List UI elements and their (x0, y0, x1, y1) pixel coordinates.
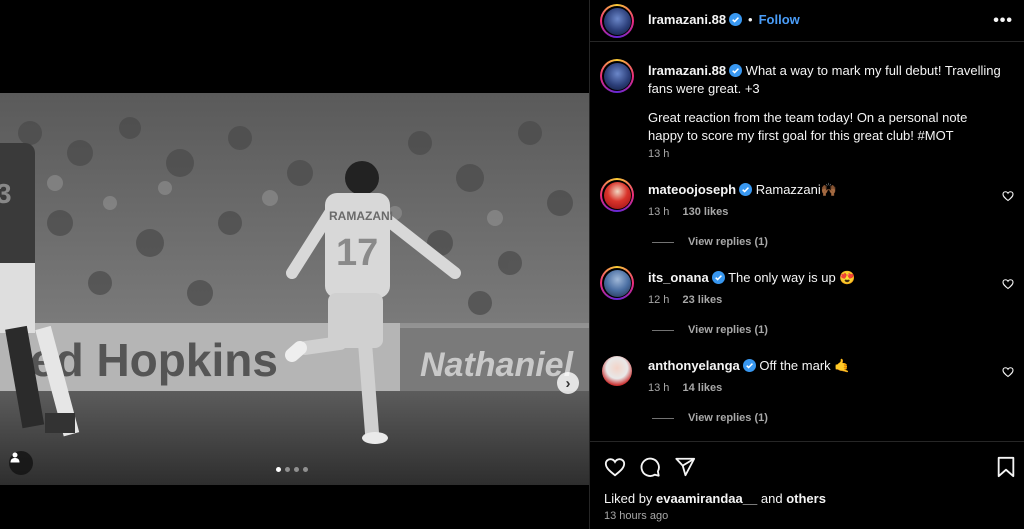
liked-by: Liked by evaamirandaa__ and others (604, 491, 826, 506)
chevron-right-icon: › (565, 374, 571, 392)
liked-by-prefix: Liked by (604, 491, 653, 506)
view-replies-label: View replies (1) (688, 236, 768, 248)
like-heart-icon[interactable] (604, 456, 626, 478)
next-slide-button[interactable]: › (557, 372, 579, 394)
liked-by-user[interactable]: evaamirandaa__ (656, 491, 757, 506)
view-replies-button[interactable]: View replies (1) (652, 324, 768, 336)
commenter-avatar[interactable] (600, 178, 634, 212)
commenter-avatar[interactable] (600, 266, 634, 300)
more-options-icon[interactable]: ••• (993, 12, 1013, 30)
view-replies-button[interactable]: View replies (1) (652, 236, 768, 248)
post-panel: lramazani.88 • Follow ••• lramazani.88 W… (589, 0, 1024, 529)
comment-text: Off the mark 🤙 (759, 358, 851, 373)
caption-text-line2: Great reaction from the team today! On a… (648, 110, 968, 143)
board-text-right: Nathaniel (420, 346, 575, 384)
carousel-dot (303, 467, 308, 472)
liked-by-and: and (760, 491, 783, 506)
verified-badge-icon (739, 183, 753, 196)
post-photo[interactable]: ed Hopkins Nathaniel 3 RAMAZANI 17 › (0, 93, 589, 485)
liked-by-others[interactable]: others (786, 491, 826, 506)
commenter-avatar[interactable] (602, 356, 632, 386)
view-replies-button[interactable]: View replies (1) (652, 412, 768, 424)
carousel-dot (276, 467, 281, 472)
replies-divider (652, 329, 674, 331)
comment-likes[interactable]: 130 likes (682, 206, 728, 218)
carousel-indicator (276, 467, 308, 472)
comment-username[interactable]: mateoojoseph (648, 182, 736, 197)
verified-badge-icon (729, 13, 743, 26)
replies-divider (652, 417, 674, 419)
shirt-number: 17 (336, 232, 378, 274)
media-area: ed Hopkins Nathaniel 3 RAMAZANI 17 › (0, 0, 589, 529)
view-replies-label: View replies (1) (688, 412, 768, 424)
verified-badge-icon (729, 64, 743, 77)
carousel-dot (285, 467, 290, 472)
like-comment-heart-icon[interactable] (1002, 366, 1014, 378)
tagged-users-button[interactable] (9, 451, 33, 475)
comment-text: The only way is up 😍 (728, 270, 856, 285)
like-comment-heart-icon[interactable] (1002, 190, 1014, 202)
board-text-left: ed Hopkins (30, 334, 278, 386)
follow-button[interactable]: Follow (759, 12, 800, 27)
caption-time: 13 h (648, 148, 670, 160)
post-actions: Liked by evaamirandaa__ and others 13 ho… (590, 441, 1024, 529)
comment-time: 13 h (648, 382, 670, 394)
verified-badge-icon (742, 359, 756, 372)
verified-badge-icon (711, 271, 725, 284)
post-timestamp[interactable]: 13 hours ago (604, 510, 668, 522)
shirt-name: RAMAZANI (329, 209, 393, 223)
author-avatar[interactable] (600, 4, 634, 38)
comment-text: Ramazzani🙌🏾 (755, 182, 837, 197)
replies-divider (652, 241, 674, 243)
author-username[interactable]: lramazani.88 (648, 12, 726, 27)
comment-likes[interactable]: 14 likes (682, 382, 722, 394)
view-replies-label: View replies (1) (688, 324, 768, 336)
save-bookmark-icon[interactable] (996, 456, 1016, 478)
comment-time: 13 h (648, 206, 670, 218)
share-paper-plane-icon[interactable] (674, 456, 696, 478)
opponent-number: 3 (0, 178, 12, 209)
person-icon (10, 452, 20, 463)
comment-time: 12 h (648, 294, 670, 306)
carousel-dot (294, 467, 299, 472)
comment-likes[interactable]: 23 likes (682, 294, 722, 306)
caption-username[interactable]: lramazani.88 (648, 63, 726, 78)
post-header: lramazani.88 • Follow ••• (590, 0, 1024, 42)
comment-username[interactable]: anthonyelanga (648, 358, 740, 373)
caption-avatar[interactable] (600, 59, 634, 93)
like-comment-heart-icon[interactable] (1002, 278, 1014, 290)
comment-bubble-icon[interactable] (639, 456, 661, 478)
comment-username[interactable]: its_onana (648, 270, 709, 285)
